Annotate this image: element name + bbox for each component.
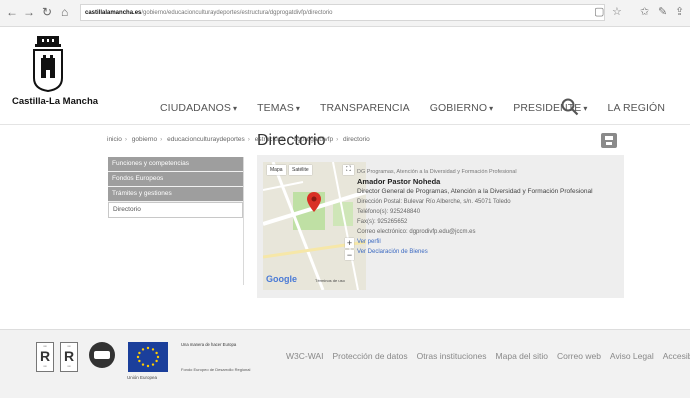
- location-map[interactable]: Mapa Satélite ⛶ + − Google Términos de u…: [263, 162, 366, 290]
- footer-link-otras-instituciones[interactable]: Otras instituciones: [417, 351, 487, 361]
- fullscreen-icon[interactable]: ⛶: [343, 165, 354, 175]
- profile-link[interactable]: Ver perfil: [357, 237, 619, 247]
- sidebar-item-tramites[interactable]: Trámites y gestiones: [108, 187, 243, 202]
- nav-la-region[interactable]: LA REGIÓN: [608, 102, 666, 114]
- footer-link-w3c[interactable]: W3C-WAI: [286, 351, 323, 361]
- eu-slogan: Una manera de hacer Europa: [181, 342, 237, 347]
- back-icon[interactable]: ←: [6, 5, 18, 19]
- footer-link-mapa-sitio[interactable]: Mapa del sitio: [496, 351, 548, 361]
- email-address[interactable]: Correo electrónico: dgprodivfp.edu@jccm.…: [357, 227, 619, 237]
- quality-seal-icon[interactable]: [89, 342, 115, 368]
- footer-link-accesibilidad[interactable]: Accesibilidad: [663, 351, 690, 361]
- nav-gobierno[interactable]: GOBIERNO ▾: [430, 102, 494, 114]
- site-footer: ▪▪▪ R ▪▪▪ ▪▪▪ R ▪▪▪ Unión Europea Una manera…: [0, 329, 690, 398]
- fax-number: Fax(s): 925265652: [357, 219, 408, 225]
- browser-toolbar: ← → ↻ ⌂ castillalamancha.es/gobierno/edu…: [0, 0, 690, 27]
- nav-temas[interactable]: TEMAS ▾: [257, 102, 300, 114]
- map-type-mapa-button[interactable]: Mapa: [267, 165, 286, 175]
- print-icon[interactable]: [601, 133, 617, 148]
- person-role: Director General de Programas, Atención …: [357, 188, 593, 195]
- chevron-down-icon: ▾: [489, 104, 494, 113]
- sidebar-item-fondos[interactable]: Fondos Europeos: [108, 172, 243, 187]
- breadcrumb-gobierno[interactable]: gobierno: [132, 136, 157, 143]
- footer-link-aviso-legal[interactable]: Aviso Legal: [610, 351, 654, 361]
- footer-link-proteccion-datos[interactable]: Protección de datos: [332, 351, 407, 361]
- department-name: DG Programas, Atención a la Diversidad y…: [357, 169, 517, 175]
- google-logo: Google: [266, 274, 297, 284]
- reload-icon[interactable]: ↻: [42, 5, 52, 19]
- directory-card: Mapa Satélite ⛶ + − Google Términos de u…: [257, 155, 624, 298]
- eu-fund-name: Fondo Europeo de Desarrollo Regional: [181, 367, 251, 372]
- site-logo[interactable]: Castilla-La Mancha: [12, 34, 99, 124]
- person-name: Amador Pastor Noheda: [357, 177, 441, 186]
- chevron-down-icon: ▾: [233, 104, 238, 113]
- castle-crest-icon: [33, 36, 63, 92]
- chevron-down-icon: ▾: [583, 104, 588, 113]
- favorites-list-icon[interactable]: ✩: [640, 5, 649, 19]
- logo-text: Castilla-La Mancha: [12, 96, 99, 107]
- footer-links: W3C-WAI Protección de datos Otras instit…: [286, 351, 690, 361]
- home-icon[interactable]: ⌂: [61, 5, 68, 19]
- share-icon[interactable]: ⇪: [675, 5, 684, 19]
- url-path: /gobierno/educacionculturaydeportes/estr…: [141, 10, 333, 16]
- breadcrumb: inicio › gobierno › educacionculturaydepor…: [107, 136, 370, 143]
- sidebar-divider: [243, 157, 244, 285]
- map-tiles: [263, 162, 366, 290]
- nav-ciudadanos[interactable]: CIUDADANOS ▾: [160, 102, 237, 114]
- favorite-star-icon[interactable]: ☆: [612, 5, 622, 19]
- main-navigation: CIUDADANOS ▾ TEMAS ▾ TRANSPARENCIA GOBIERN…: [160, 98, 685, 118]
- chevron-down-icon: ▾: [295, 104, 300, 113]
- header-divider: [0, 124, 690, 125]
- zoom-in-button[interactable]: +: [345, 238, 354, 248]
- map-type-satelite-button[interactable]: Satélite: [289, 165, 312, 175]
- breadcrumb-inicio[interactable]: inicio: [107, 136, 122, 143]
- zoom-out-button[interactable]: −: [345, 250, 354, 260]
- notes-icon[interactable]: ✎: [658, 5, 667, 19]
- sidebar-item-funciones[interactable]: Funciones y competencias: [108, 157, 243, 172]
- footer-link-correo-web[interactable]: Correo web: [557, 351, 601, 361]
- eu-caption: Unión Europea: [127, 375, 158, 380]
- postal-address: Dirección Postal: Bulevar Río Alberche, …: [357, 199, 511, 205]
- reading-view-icon[interactable]: ▢: [594, 5, 604, 19]
- map-terms-link[interactable]: Términos de uso: [315, 278, 345, 283]
- breadcrumb-consejeria[interactable]: educacionculturaydeportes: [167, 136, 245, 143]
- forward-icon[interactable]: →: [23, 5, 35, 19]
- eu-flag-icon: [128, 342, 168, 372]
- address-bar[interactable]: castillalamancha.es/gobierno/educacioncu…: [80, 4, 605, 21]
- sidebar-menu: Funciones y competencias Fondos Europeos…: [108, 157, 243, 218]
- nav-transparencia[interactable]: TRANSPARENCIA: [320, 102, 410, 114]
- accessibility-badge-r1[interactable]: ▪▪▪ R ▪▪▪: [36, 342, 54, 372]
- url-host: castillalamancha.es: [85, 10, 142, 16]
- accessibility-badge-r2[interactable]: ▪▪▪ R ▪▪▪: [60, 342, 78, 372]
- asset-declaration-link[interactable]: Ver Declaración de Bienes: [357, 247, 619, 257]
- map-pin-icon: [307, 192, 321, 212]
- page-title: Directorio: [257, 132, 326, 149]
- breadcrumb-current: directorio: [343, 136, 370, 143]
- search-icon[interactable]: [561, 98, 579, 116]
- contact-info: DG Programas, Atención a la Diversidad y…: [357, 167, 619, 257]
- sidebar-item-directorio[interactable]: Directorio: [108, 202, 243, 218]
- phone-number: Teléfono(s): 925248840: [357, 209, 421, 215]
